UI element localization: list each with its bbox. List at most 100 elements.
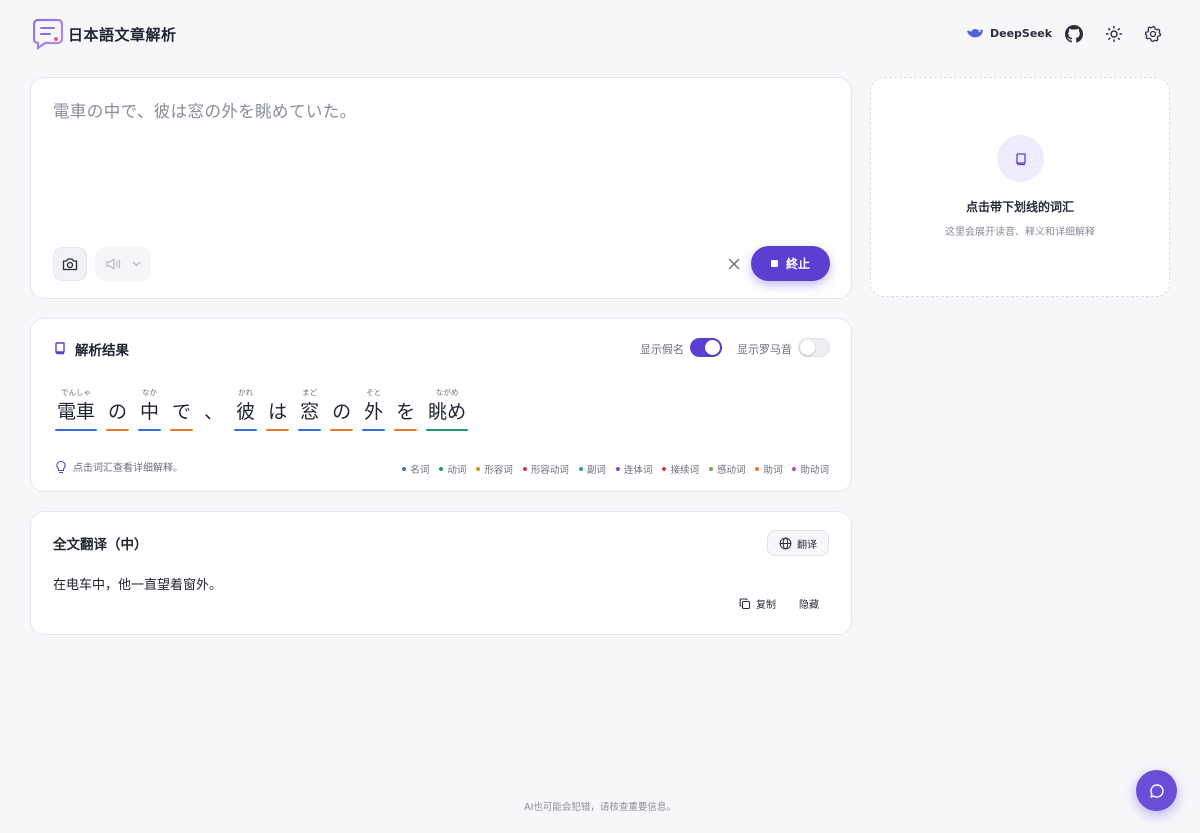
word-token[interactable]: は bbox=[266, 387, 290, 431]
word-underline bbox=[266, 429, 290, 431]
chat-button[interactable] bbox=[1136, 770, 1177, 811]
legend-dot bbox=[522, 467, 527, 471]
legend-item: 形容动词 bbox=[522, 462, 569, 476]
word-underline bbox=[426, 429, 469, 431]
word-underline bbox=[394, 429, 418, 431]
word-token[interactable]: で bbox=[170, 387, 194, 431]
legend-label: 副词 bbox=[586, 465, 606, 476]
book-icon bbox=[1015, 152, 1026, 165]
word-underline bbox=[330, 429, 354, 431]
toggle-kana[interactable] bbox=[690, 338, 722, 357]
legend-item: 形容词 bbox=[476, 462, 513, 476]
toggle-romaji[interactable] bbox=[798, 338, 830, 357]
chat-document-logo-icon bbox=[33, 18, 63, 50]
sentence-input-card: 電車の中で、彼は窓の外を眺めていた。 終止 bbox=[30, 77, 852, 299]
legend-item: 副词 bbox=[578, 462, 606, 476]
word-token[interactable]: でんしゃ 電車 bbox=[55, 387, 98, 431]
toggle-kana-label: 显示假名 bbox=[640, 343, 684, 356]
legend-label: 助动词 bbox=[800, 465, 829, 476]
legend-item: 名词 bbox=[402, 462, 429, 476]
word-ruby: でんしゃ bbox=[61, 388, 91, 397]
legend-item: 助动词 bbox=[792, 462, 829, 476]
word-surface: は bbox=[268, 401, 288, 423]
legend-dot bbox=[755, 467, 760, 471]
legend-dot bbox=[578, 467, 583, 471]
book-icon bbox=[55, 342, 65, 355]
legend-label: 动词 bbox=[447, 465, 467, 476]
stop-button[interactable]: 終止 bbox=[751, 246, 830, 281]
pos-legend: 名词 动词 形容词 形容动词 副词 连体词 接续词 感动词 助词 助动词 bbox=[402, 462, 829, 476]
word-token[interactable]: かれ彼 bbox=[234, 387, 258, 431]
legend-label: 感动词 bbox=[716, 465, 746, 476]
app-title: 日本語文章解析 bbox=[68, 26, 177, 44]
word-underline bbox=[170, 429, 194, 431]
word-token[interactable]: そと外 bbox=[362, 387, 386, 431]
toggle-knob bbox=[705, 340, 720, 355]
word-underline bbox=[362, 429, 386, 431]
legend-item: 助词 bbox=[755, 462, 782, 476]
copy-button-label: 复制 bbox=[756, 600, 776, 611]
word-surface: の bbox=[332, 401, 352, 423]
stop-button-label: 終止 bbox=[785, 257, 810, 271]
copy-button[interactable]: 复制 bbox=[739, 596, 776, 611]
copy-icon bbox=[739, 597, 751, 609]
word-token[interactable]: まど窓 bbox=[298, 387, 322, 431]
word-surface: 彼 bbox=[236, 401, 256, 423]
stop-icon bbox=[770, 260, 778, 267]
word-tokens: でんしゃ 電車のなか中で、かれ彼はまど窓のそと外をながめ 眺め bbox=[55, 387, 469, 431]
legend-dot bbox=[615, 467, 620, 471]
word-token[interactable]: の bbox=[106, 387, 130, 431]
word-ruby: かれ bbox=[238, 388, 254, 397]
sentence-input[interactable]: 電車の中で、彼は窓の外を眺めていた。 bbox=[53, 98, 357, 122]
panel-subtitle: 这里会展开读音、释义和详细解释 bbox=[945, 227, 1095, 238]
word-surface: で bbox=[172, 401, 192, 423]
word-underline bbox=[298, 429, 322, 431]
legend-label: 形容词 bbox=[484, 465, 513, 476]
word-token[interactable]: の bbox=[330, 387, 354, 431]
translation-text: 在电车中，他一直望着窗外。 bbox=[53, 578, 223, 593]
legend-dot bbox=[402, 467, 407, 471]
analysis-result-card: 解析结果 显示假名 显示罗马音 でんしゃ 電車のなか中で、かれ彼はまど窓のそと外を… bbox=[30, 318, 852, 492]
word-token[interactable]: なか中 bbox=[138, 387, 162, 431]
legend-dot bbox=[792, 467, 797, 471]
word-underline bbox=[138, 429, 162, 431]
chevron-down-icon bbox=[132, 261, 141, 267]
word-surface: 眺め bbox=[428, 401, 467, 423]
word-surface: 中 bbox=[140, 401, 160, 423]
speaker-icon bbox=[106, 258, 121, 270]
speak-voice-selector[interactable] bbox=[95, 247, 151, 281]
translate-button[interactable]: 翻译 bbox=[767, 530, 829, 556]
word-surface: の bbox=[108, 401, 128, 423]
hint: 点击词汇查看详细解释。 bbox=[55, 459, 183, 474]
chat-bubble-icon bbox=[1149, 783, 1164, 798]
legend-item: 感动词 bbox=[708, 462, 746, 476]
word-surface: 、 bbox=[204, 401, 224, 423]
word-ruby: ながめ bbox=[435, 388, 459, 397]
word-surface: 外 bbox=[364, 401, 384, 423]
gear-icon[interactable] bbox=[1144, 25, 1162, 43]
legend-label: 连体词 bbox=[623, 465, 653, 476]
word-ruby: まど bbox=[302, 388, 318, 397]
word-token[interactable]: ながめ 眺め bbox=[426, 387, 469, 431]
legend-label: 助词 bbox=[763, 465, 783, 476]
toggle-knob bbox=[800, 340, 815, 355]
legend-label: 接续词 bbox=[670, 465, 699, 476]
model-selector[interactable]: DeepSeek bbox=[966, 26, 1052, 40]
word-token: 、 bbox=[202, 387, 225, 431]
camera-button[interactable] bbox=[53, 247, 87, 281]
legend-item: 动词 bbox=[439, 462, 466, 476]
translate-button-label: 翻译 bbox=[797, 539, 817, 551]
github-icon[interactable] bbox=[1065, 25, 1083, 43]
word-surface: を bbox=[396, 401, 416, 423]
panel-title: 点击带下划线的词汇 bbox=[965, 200, 1074, 214]
whale-icon bbox=[967, 28, 983, 38]
footer-disclaimer: AI也可能会犯错，请核查重要信息。 bbox=[524, 802, 676, 813]
word-token[interactable]: を bbox=[394, 387, 418, 431]
hide-button[interactable]: 隐藏 bbox=[799, 596, 819, 611]
globe-icon bbox=[779, 537, 792, 549]
word-underline bbox=[234, 429, 258, 431]
legend-dot bbox=[708, 467, 713, 471]
sun-icon[interactable] bbox=[1105, 25, 1123, 43]
clear-icon[interactable] bbox=[725, 255, 743, 273]
word-underline bbox=[55, 429, 98, 431]
